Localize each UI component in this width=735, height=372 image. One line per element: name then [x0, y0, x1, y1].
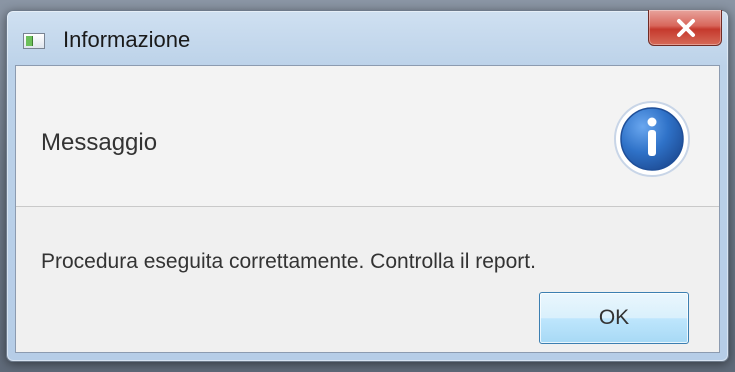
dialog-window: Informazione Messaggio Procedura eseguit…	[6, 10, 729, 362]
dialog-message: Procedura eseguita correttamente. Contro…	[41, 250, 536, 273]
info-icon	[614, 101, 690, 177]
ok-button[interactable]: OK	[539, 292, 689, 344]
dialog-header-text: Messaggio	[41, 129, 158, 156]
title-bar[interactable]: Informazione	[7, 10, 728, 65]
window-title: Informazione	[63, 27, 191, 52]
dialog-header: Messaggio	[16, 66, 719, 207]
close-button[interactable]	[648, 10, 722, 46]
dialog-client-area: Messaggio Procedura eseguita correttamen…	[15, 65, 720, 353]
close-icon	[677, 19, 695, 37]
app-window-icon-segment	[26, 36, 33, 46]
app-window-icon	[23, 33, 45, 49]
